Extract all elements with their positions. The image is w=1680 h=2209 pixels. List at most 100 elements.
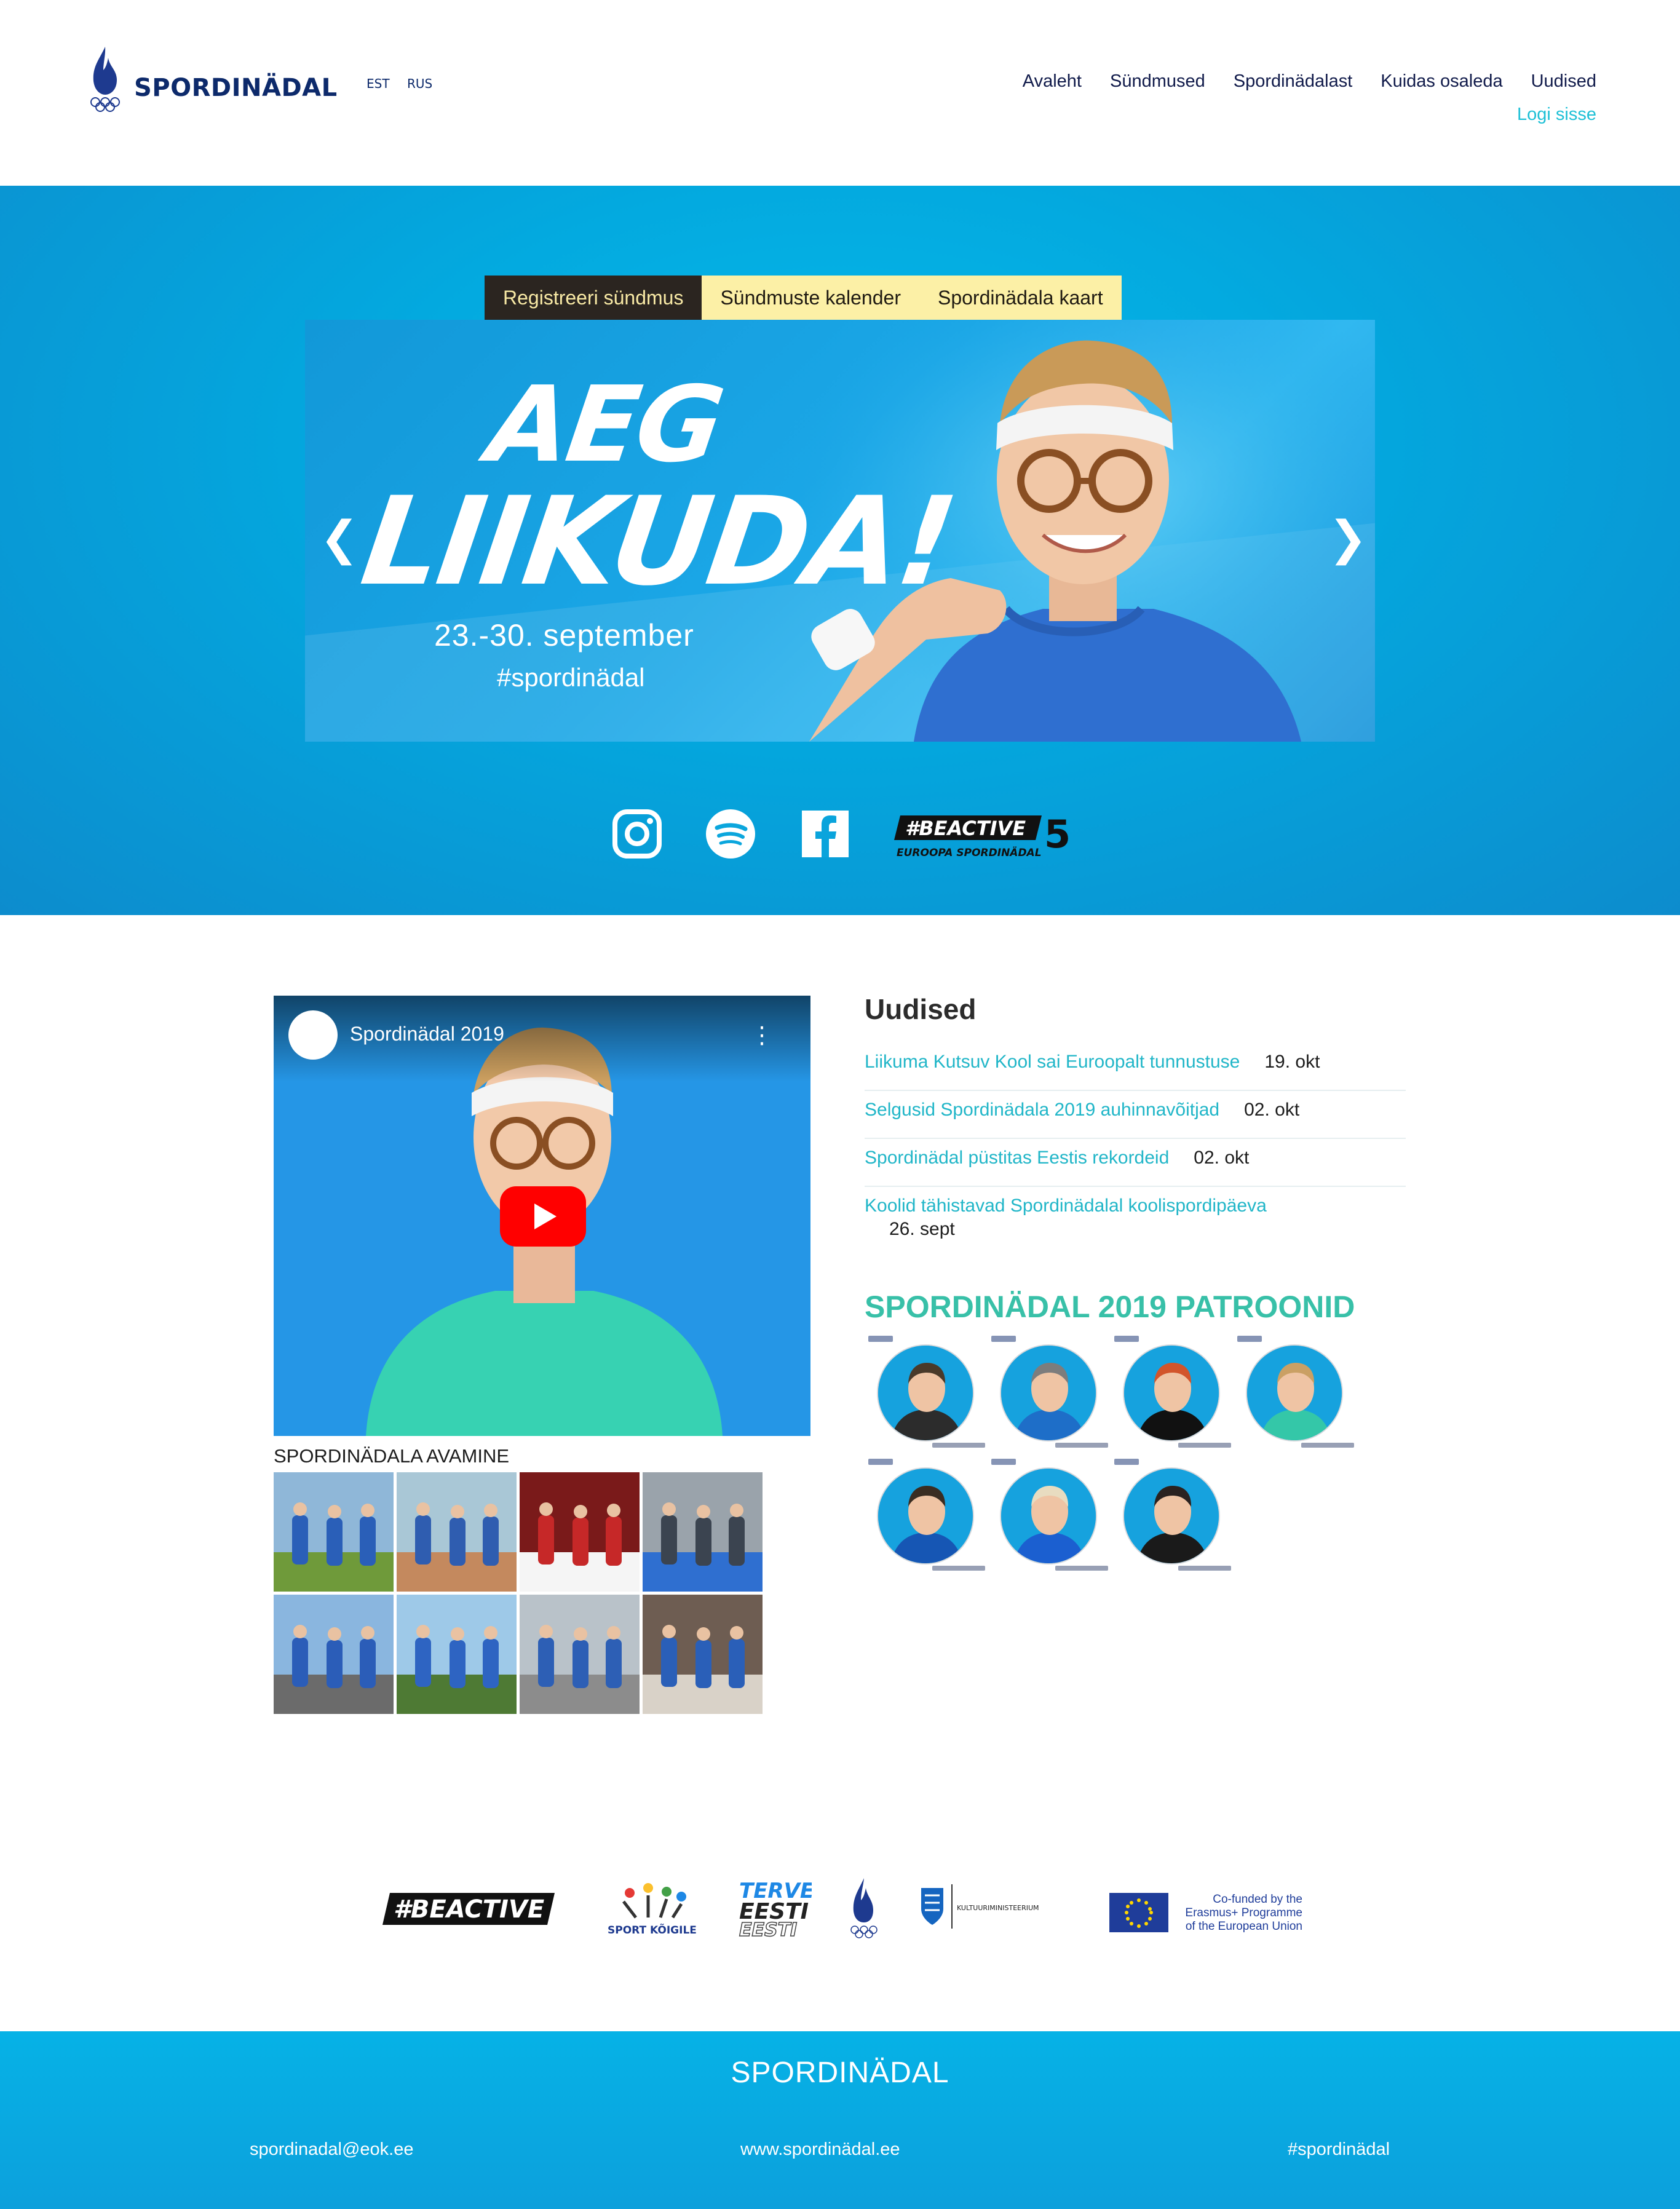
nav-avaleht[interactable]: Avaleht <box>1023 71 1082 92</box>
facebook-icon[interactable] <box>799 808 851 860</box>
patron-mini-logo <box>868 1459 893 1465</box>
hero-banner[interactable]: AEG LIIKUDA! 23.-30. september #spordinä… <box>305 320 1375 742</box>
channel-avatar[interactable] <box>288 1010 338 1060</box>
patron-mini-logo <box>1114 1336 1139 1342</box>
nav-kuidas-osaleda[interactable]: Kuidas osaleda <box>1381 71 1502 92</box>
gallery-thumbnail[interactable] <box>520 1472 640 1592</box>
footer-email-link[interactable]: spordinadal@eok.ee <box>250 2140 413 2160</box>
gallery-photo <box>274 1472 394 1592</box>
video-title[interactable]: Spordinädal 2019 <box>350 1023 504 1045</box>
sponsor-erasmus-logo[interactable]: Co-funded by the Erasmus+ Programme of t… <box>1107 1887 1304 1936</box>
patron-caption <box>1055 1566 1108 1571</box>
sponsor-eu-line2: Erasmus+ Programme <box>1185 1906 1302 1919</box>
site-logo[interactable]: SPORDINÄDAL <box>87 46 338 114</box>
patron-caption <box>1178 1566 1231 1571</box>
news-list: Liikuma Kutsuv Kool sai Euroopalt tunnus… <box>865 1043 1406 1248</box>
lang-rus-link[interactable]: RUS <box>407 76 432 91</box>
nav-uudised[interactable]: Uudised <box>1531 71 1596 92</box>
sponsors-bar: #BEACTIVE SPORT KÕIGILE TERVE EESTI EEST… <box>0 1870 1680 1943</box>
play-button-icon[interactable] <box>500 1186 586 1247</box>
patron-mini-logo <box>868 1336 893 1342</box>
gallery-thumbnail[interactable] <box>643 1472 763 1592</box>
news-item: Selgusid Spordinädala 2019 auhinnavõitja… <box>865 1091 1406 1139</box>
login-link[interactable]: Logi sisse <box>1517 105 1596 125</box>
gallery-thumbnail[interactable] <box>643 1595 763 1714</box>
gallery-photo <box>520 1472 640 1592</box>
footer-title: SPORDINÄDAL <box>731 2056 949 2089</box>
footer-hashtag-link[interactable]: #spordinädal <box>1288 2140 1390 2160</box>
sponsor-sport-koigile-logo[interactable]: SPORT KÕIGILE <box>605 1881 699 1937</box>
patron-photo <box>877 1344 974 1442</box>
sponsor-eu-line3: of the European Union <box>1186 1920 1302 1933</box>
carousel-next-arrow[interactable]: ❯ <box>1328 510 1368 565</box>
patron-card[interactable] <box>865 1457 988 1580</box>
patron-caption <box>932 1566 985 1571</box>
news-link[interactable]: Spordinädal püstitas Eestis rekordeid <box>865 1148 1169 1168</box>
patron-card[interactable] <box>1111 1335 1234 1457</box>
patron-mini-logo <box>1237 1336 1262 1342</box>
youtube-video-player[interactable]: Spordinädal 2019 ⋮ <box>274 996 810 1436</box>
news-item: Liikuma Kutsuv Kool sai Euroopalt tunnus… <box>865 1043 1406 1091</box>
sponsor-terve-eesti-logo[interactable]: TERVE EESTI EESTI <box>737 1874 812 1938</box>
sponsor-beactive-logo[interactable]: #BEACTIVE <box>382 1892 555 1926</box>
hero-hashtag: #spordinädal <box>497 663 645 692</box>
gallery-thumbnail[interactable] <box>397 1595 517 1714</box>
hero-tabs: Registreeri sündmus Sündmuste kalender S… <box>485 276 1122 332</box>
news-date: 02. okt <box>1194 1148 1250 1168</box>
patron-photo <box>1123 1467 1220 1565</box>
photo-gallery <box>274 1472 763 1714</box>
news-link[interactable]: Selgusid Spordinädala 2019 auhinnavõitja… <box>865 1100 1219 1120</box>
news-link[interactable]: Liikuma Kutsuv Kool sai Euroopalt tunnus… <box>865 1052 1240 1072</box>
patron-card[interactable] <box>865 1335 988 1457</box>
sponsor-kultuuriministeerium-logo[interactable]: KULTUURIMINISTEERIUM <box>919 1882 1042 1931</box>
patron-photo <box>1000 1467 1097 1565</box>
news-date: 26. sept <box>889 1219 955 1239</box>
gallery-thumbnail[interactable] <box>397 1472 517 1592</box>
spotify-icon[interactable] <box>705 808 756 860</box>
news-link[interactable]: Koolid tähistavad Spordinädalal koolispo… <box>865 1196 1267 1216</box>
patron-photo <box>1246 1344 1343 1442</box>
patron-card[interactable] <box>988 1335 1111 1457</box>
patron-card[interactable] <box>988 1457 1111 1580</box>
gallery-thumbnail[interactable] <box>274 1472 394 1592</box>
news-item: Spordinädal püstitas Eestis rekordeid 02.… <box>865 1139 1406 1187</box>
footer-website-link[interactable]: www.spordinädal.ee <box>740 2140 900 2160</box>
gallery-thumbnail[interactable] <box>274 1595 394 1714</box>
carousel-prev-arrow[interactable]: ❮ <box>320 510 359 565</box>
olympic-flame-icon <box>90 47 120 112</box>
news-title: Uudised <box>865 993 977 1025</box>
headline-liikuda: LIIKUDA! <box>354 470 962 613</box>
patron-photo <box>877 1467 974 1565</box>
sponsor-eok-logo[interactable] <box>842 1876 886 1942</box>
lang-est-link[interactable]: EST <box>367 76 390 91</box>
site-header: SPORDINÄDAL EST RUS Avaleht Sündmused Sp… <box>0 0 1680 186</box>
patron-card[interactable] <box>1111 1457 1234 1580</box>
sponsor-eu-line1: Co-funded by the <box>1213 1893 1302 1906</box>
patron-mini-logo <box>1114 1459 1139 1465</box>
nav-spordinadalast[interactable]: Spordinädalast <box>1234 71 1352 92</box>
tab-event-calendar[interactable]: Sündmuste kalender <box>702 276 919 320</box>
hero-dates: 23.-30. september <box>434 618 694 652</box>
gallery-photo <box>520 1595 640 1714</box>
svg-text:5: 5 <box>1044 813 1069 857</box>
patron-caption <box>1178 1443 1231 1448</box>
nav-sundmused[interactable]: Sündmused <box>1110 71 1205 92</box>
headline-aeg: AEG <box>481 364 729 486</box>
tab-sport-week-map[interactable]: Spordinädala kaart <box>919 276 1122 320</box>
patrons-grid <box>865 1335 1357 1580</box>
gallery-title: SPORDINÄDALA AVAMINE <box>274 1445 510 1467</box>
main-nav: Avaleht Sündmused Spordinädalast Kuidas … <box>1023 71 1596 92</box>
tab-register-event[interactable]: Registreeri sündmus <box>485 276 702 332</box>
gallery-thumbnail[interactable] <box>520 1595 640 1714</box>
svg-text:EESTI: EESTI <box>739 1919 797 1938</box>
sponsor-sport-koigile-text: SPORT KÕIGILE <box>608 1922 697 1937</box>
gallery-photo <box>643 1472 763 1592</box>
site-footer: SPORDINÄDAL spordinadal@eok.ee www.spord… <box>0 2031 1680 2209</box>
beactive-badge[interactable]: #BEACTIVE EUROOPA SPORDINÄDAL 5 <box>894 813 1069 860</box>
news-date: 02. okt <box>1244 1100 1300 1120</box>
video-more-icon[interactable]: ⋮ <box>750 1021 774 1049</box>
patron-caption <box>932 1443 985 1448</box>
sponsor-beactive-text: #BEACTIVE <box>394 1895 544 1924</box>
instagram-icon[interactable] <box>611 808 663 860</box>
patron-card[interactable] <box>1234 1335 1357 1457</box>
